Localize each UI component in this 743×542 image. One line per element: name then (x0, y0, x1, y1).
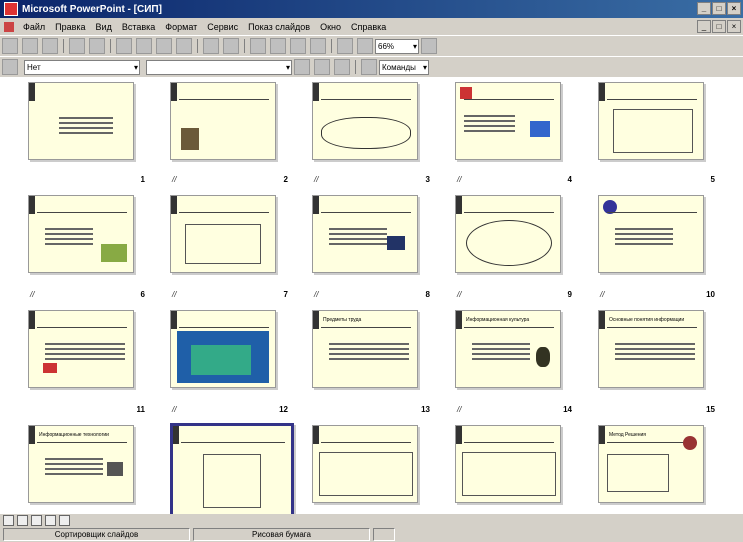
menu-tools[interactable]: Сервис (202, 22, 243, 32)
slide-number: 9 (567, 290, 572, 299)
slide-thumb-15[interactable]: Основные понятия информации (598, 310, 704, 388)
slide-number: 3 (425, 175, 430, 184)
format-painter-icon[interactable] (176, 38, 192, 54)
print-icon[interactable] (69, 38, 85, 54)
status-view: Сортировщик слайдов (3, 528, 190, 541)
doc-minimize-button[interactable]: _ (697, 20, 711, 33)
slide-sorter-view-icon[interactable] (45, 515, 56, 526)
slide-number: 14 (563, 405, 572, 414)
help-icon[interactable] (421, 38, 437, 54)
slide-number: 4 (567, 175, 572, 184)
grayscale-icon[interactable] (357, 38, 373, 54)
slide-thumb-8[interactable] (312, 195, 418, 273)
zoom-combo[interactable]: 66% (375, 38, 419, 54)
rehearse-timings-icon[interactable] (361, 59, 377, 75)
view-bar (0, 514, 743, 527)
slide-thumb-17[interactable] (170, 423, 294, 517)
slide-thumb-5[interactable] (598, 82, 704, 160)
font-combo[interactable]: Нет (24, 59, 140, 75)
menu-format[interactable]: Формат (160, 22, 202, 32)
summary-slide-icon[interactable] (314, 59, 330, 75)
title-bar: Microsoft PowerPoint - [СИП] _ □ × (0, 0, 743, 18)
slide-number: 10 (706, 290, 715, 299)
slide-thumb-6[interactable] (28, 195, 134, 273)
commands-combo[interactable]: Команды (379, 59, 429, 75)
menu-edit[interactable]: Правка (50, 22, 90, 32)
menu-bar: Файл Правка Вид Вставка Формат Сервис По… (0, 18, 743, 35)
spellcheck-icon[interactable] (89, 38, 105, 54)
powerpoint-icon (4, 2, 18, 16)
slideshow-icon[interactable] (59, 515, 70, 526)
speaker-notes-icon[interactable] (334, 59, 350, 75)
document-icon[interactable] (4, 21, 14, 32)
standard-toolbar: 66% (0, 35, 743, 57)
slide-thumb-4[interactable] (455, 82, 561, 160)
slide-thumb-20[interactable]: Метод Решения (598, 425, 704, 503)
paste-icon[interactable] (156, 38, 172, 54)
menu-help[interactable]: Справка (346, 22, 391, 32)
table-icon[interactable] (270, 38, 286, 54)
slide-number: 7 (283, 290, 288, 299)
transition-icon[interactable] (2, 59, 18, 75)
slide-number: 12 (279, 405, 288, 414)
slide-number: 1 (140, 175, 145, 184)
slide-thumb-9[interactable] (455, 195, 561, 273)
slide-thumb-12[interactable] (170, 310, 276, 388)
new-slide-icon[interactable] (310, 38, 326, 54)
redo-icon[interactable] (223, 38, 239, 54)
normal-view-icon[interactable] (3, 515, 14, 526)
slide-thumb-10[interactable] (598, 195, 704, 273)
slide-sorter-toolbar: Нет Команды (0, 56, 743, 78)
cut-icon[interactable] (116, 38, 132, 54)
status-bar: Сортировщик слайдов Рисовая бумага (0, 527, 743, 542)
slide-thumb-11[interactable] (28, 310, 134, 388)
slide-number: 15 (706, 405, 715, 414)
spellcheck-status-icon (373, 528, 395, 541)
open-icon[interactable] (22, 38, 38, 54)
slide-number: 5 (710, 175, 715, 184)
slide-thumb-3[interactable] (312, 82, 418, 160)
slide-view-icon[interactable] (31, 515, 42, 526)
slide-number: 2 (283, 175, 288, 184)
save-icon[interactable] (42, 38, 58, 54)
copy-icon[interactable] (136, 38, 152, 54)
slide-thumb-7[interactable] (170, 195, 276, 273)
animation-icon[interactable] (294, 59, 310, 75)
slide-number: 6 (140, 290, 145, 299)
close-button[interactable]: × (727, 2, 741, 15)
menu-insert[interactable]: Вставка (117, 22, 160, 32)
menu-view[interactable]: Вид (91, 22, 117, 32)
menu-slideshow[interactable]: Показ слайдов (243, 22, 315, 32)
outline-view-icon[interactable] (17, 515, 28, 526)
slide-thumb-14[interactable]: Информационная культура (455, 310, 561, 388)
slide-thumb-19[interactable] (455, 425, 561, 503)
slide-thumb-1[interactable] (28, 82, 134, 160)
slide-thumb-13[interactable]: Предметы труда (312, 310, 418, 388)
slide-thumb-16[interactable]: Информационные технологии (28, 425, 134, 503)
menu-window[interactable]: Окно (315, 22, 346, 32)
undo-icon[interactable] (203, 38, 219, 54)
effect-combo[interactable] (146, 59, 292, 75)
slide-thumb-18[interactable] (312, 425, 418, 503)
window-title: Microsoft PowerPoint - [СИП] (22, 3, 162, 15)
slide-number: 11 (136, 405, 145, 414)
doc-restore-button[interactable]: □ (712, 20, 726, 33)
menu-file[interactable]: Файл (18, 22, 50, 32)
status-design: Рисовая бумага (193, 528, 370, 541)
maximize-button[interactable]: □ (712, 2, 726, 15)
minimize-button[interactable]: _ (697, 2, 711, 15)
slide-sorter-area: 1 // 2 // 3 // 4 5 // 6 // 7 // 8 // 9 /… (0, 77, 743, 517)
hyperlink-icon[interactable] (250, 38, 266, 54)
slide-number: 8 (425, 290, 430, 299)
doc-close-button[interactable]: × (727, 20, 741, 33)
new-icon[interactable] (2, 38, 18, 54)
chart-icon[interactable] (290, 38, 306, 54)
slide-thumb-2[interactable] (170, 82, 276, 160)
slide-number: 13 (421, 405, 430, 414)
expand-icon[interactable] (337, 38, 353, 54)
